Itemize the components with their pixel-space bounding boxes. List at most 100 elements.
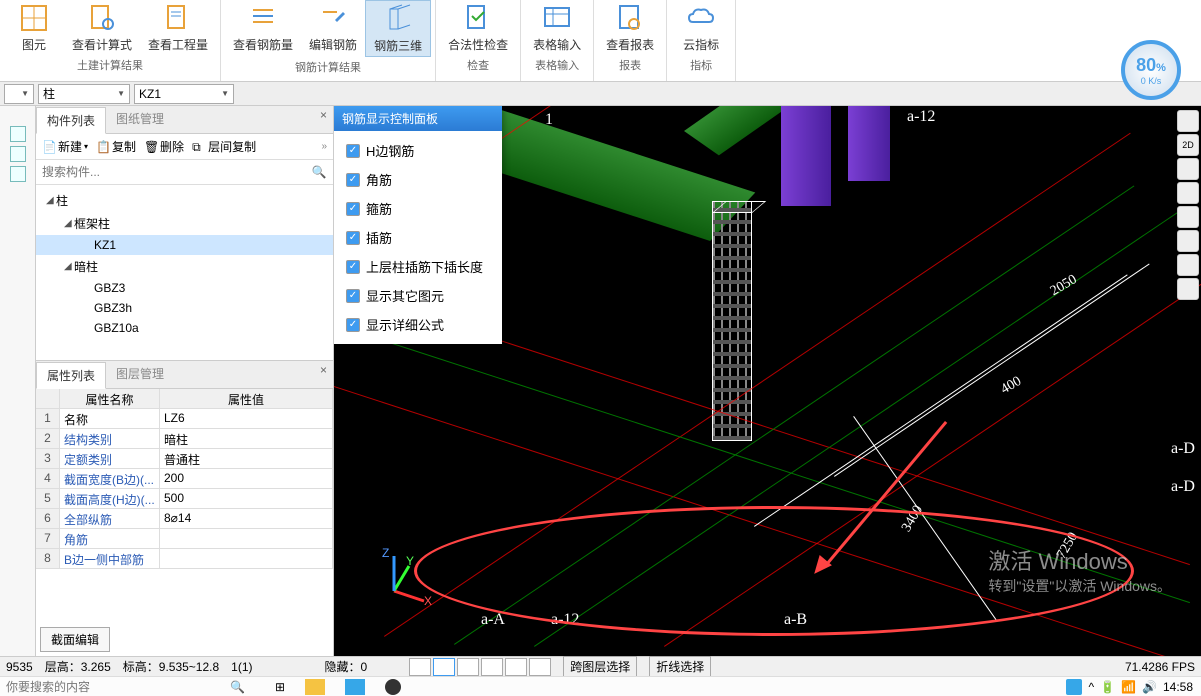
checkbox-item[interactable]: ✓插筋 [346,228,490,247]
view-tool-2d[interactable]: 2D [1177,134,1199,156]
system-tray: ^ 🔋 📶 🔊 14:58 [1066,679,1201,695]
status-tool-2[interactable] [433,658,455,676]
ribbon-group-rebar: 查看钢筋量 编辑钢筋 钢筋三维 钢筋计算结果 [221,0,436,81]
prop-panel-close-icon[interactable]: × [314,361,333,388]
property-row[interactable]: 8B边一侧中部筋 [36,549,333,569]
new-button[interactable]: 📄新建 ▾ [42,138,88,155]
taskbar-app-2[interactable] [345,679,365,695]
tree-item[interactable]: ◢框架柱 [36,212,333,235]
speed-gauge[interactable]: 80% 0 K/s [1121,40,1181,100]
cross-layer-select-button[interactable]: 跨图层选择 [563,656,637,677]
property-row[interactable]: 3定额类别普通柱 [36,449,333,469]
property-table: 属性名称 属性值 1名称LZ62结构类别暗柱3定额类别普通柱4截面宽度(B边)(… [36,389,333,623]
checkbox-item[interactable]: ✓上层柱插筋下插长度 [346,257,490,276]
tree-item[interactable]: GBZ10a [36,318,333,338]
checkbox-item[interactable]: ✓H边钢筋 [346,141,490,160]
taskbar-app-explorer[interactable] [305,679,325,695]
viewport-3d[interactable]: 钢筋显示控制面板 ✓H边钢筋 ✓角筋 ✓箍筋 ✓插筋 ✓上层柱插筋下插长度 ✓显示其它图元… [334,106,1201,656]
status-tool-6[interactable] [529,658,551,676]
search-input[interactable] [42,162,311,182]
tree-item[interactable]: ◢柱 [36,189,333,212]
tray-wifi-icon[interactable]: 📶 [1121,680,1136,694]
view-tool-7[interactable] [1177,278,1199,300]
status-tool-1[interactable] [409,658,431,676]
view-tool-rotate[interactable] [1177,206,1199,228]
search-icon[interactable]: 🔍 [311,165,327,179]
ribbon-view-quantity[interactable]: 查看工程量 [140,0,216,55]
grid-icon [18,2,50,34]
ribbon-cloud-index[interactable]: 云指标 [671,0,731,55]
checkbox-icon: ✓ [346,144,360,158]
ribbon-view-rebar[interactable]: 查看钢筋量 [225,0,301,57]
view-tool-5[interactable] [1177,230,1199,252]
main-area: 构件列表 图纸管理 × 📄新建 ▾ 📋复制 🗑删除 ⧉层间复制 » 🔍 ◢柱◢框… [0,106,1201,656]
axis-label: a-A [481,611,505,629]
cloud-icon [685,2,717,34]
dropdown-category[interactable]: 柱▼ [38,84,130,104]
tray-battery-icon[interactable]: 🔋 [1100,680,1115,694]
ribbon-view-formula[interactable]: 查看计算式 [64,0,140,55]
tab-layer-mgmt[interactable]: 图层管理 [106,361,174,388]
tray-volume-icon[interactable]: 🔊 [1142,680,1157,694]
delete-button[interactable]: 🗑删除 [144,138,184,155]
property-row[interactable]: 5截面高度(H边)(...500 [36,489,333,509]
status-bar: 9535 层高：3.265 标高：9.535~12.8 1(1) 隐藏：0 跨图… [0,656,1201,676]
taskbar-search-hint[interactable]: 你要搜索的内容 [0,678,90,695]
tab-component-list[interactable]: 构件列表 [36,107,106,134]
taskbar-app-1[interactable]: ⊞ [275,680,285,694]
ribbon-group-check: 合法性检查 检查 [436,0,521,81]
ribbon-view-element[interactable]: 图元 [4,0,64,55]
tray-clock[interactable]: 14:58 [1163,680,1193,694]
property-row[interactable]: 2结构类别暗柱 [36,429,333,449]
panel-close-icon[interactable]: × [314,106,333,133]
rebar-list-icon [247,2,279,34]
narrow-btn-3[interactable] [10,166,26,182]
ribbon-legality-check[interactable]: 合法性检查 [440,0,516,55]
dropdown-1[interactable]: ▼ [4,84,34,104]
ribbon-table-input[interactable]: 表格输入 [525,0,589,55]
property-row[interactable]: 4截面宽度(B边)(...200 [36,469,333,489]
status-tool-4[interactable] [481,658,503,676]
tab-drawing-mgmt[interactable]: 图纸管理 [106,106,174,133]
checkbox-item[interactable]: ✓箍筋 [346,199,490,218]
gauge-value: 80 [1136,55,1156,75]
taskbar-search-icon[interactable]: 🔍 [230,680,245,694]
tab-property-list[interactable]: 属性列表 [36,362,106,389]
section-edit-button[interactable]: 截面编辑 [40,627,110,652]
property-row[interactable]: 7角筋 [36,529,333,549]
layer-copy-button[interactable]: ⧉层间复制 [192,138,256,155]
toolbar-more-icon[interactable]: » [321,141,327,152]
view-tool-refresh[interactable] [1177,182,1199,204]
ribbon-group-label-check: 检查 [440,55,516,75]
component-tree: ◢柱◢框架柱KZ1◢暗柱GBZ3GBZ3hGBZ10a [36,185,333,360]
tree-item[interactable]: GBZ3h [36,298,333,318]
tray-icon-1[interactable] [1066,679,1082,695]
dim-line [834,264,1150,477]
panel-title[interactable]: 钢筋显示控制面板 [334,106,502,131]
status-floor-height: 3.265 [81,660,111,674]
checkbox-item[interactable]: ✓角筋 [346,170,490,189]
view-tool-cube[interactable] [1177,158,1199,180]
checkbox-item[interactable]: ✓显示其它图元 [346,286,490,305]
dropdown-component[interactable]: KZ1▼ [134,84,234,104]
ribbon-edit-rebar[interactable]: 编辑钢筋 [301,0,365,57]
property-row[interactable]: 6全部纵筋8⌀14 [36,509,333,529]
status-tool-3[interactable] [457,658,479,676]
copy-button[interactable]: 📋复制 [96,138,136,155]
view-tool-1[interactable] [1177,110,1199,132]
taskbar-app-3[interactable] [385,679,401,695]
narrow-btn-1[interactable] [10,126,26,142]
ribbon-rebar-3d[interactable]: 钢筋三维 [365,0,431,57]
property-row[interactable]: 1名称LZ6 [36,409,333,429]
tree-item[interactable]: KZ1 [36,235,333,255]
tree-item[interactable]: ◢暗柱 [36,255,333,278]
narrow-btn-2[interactable] [10,146,26,162]
tree-item[interactable]: GBZ3 [36,278,333,298]
polyline-select-button[interactable]: 折线选择 [649,656,711,677]
view-tool-6[interactable] [1177,254,1199,276]
dim-line [754,274,1128,526]
status-tool-5[interactable] [505,658,527,676]
ribbon-view-report[interactable]: 查看报表 [598,0,662,55]
tray-chevron-up-icon[interactable]: ^ [1088,680,1094,694]
checkbox-item[interactable]: ✓显示详细公式 [346,315,490,334]
